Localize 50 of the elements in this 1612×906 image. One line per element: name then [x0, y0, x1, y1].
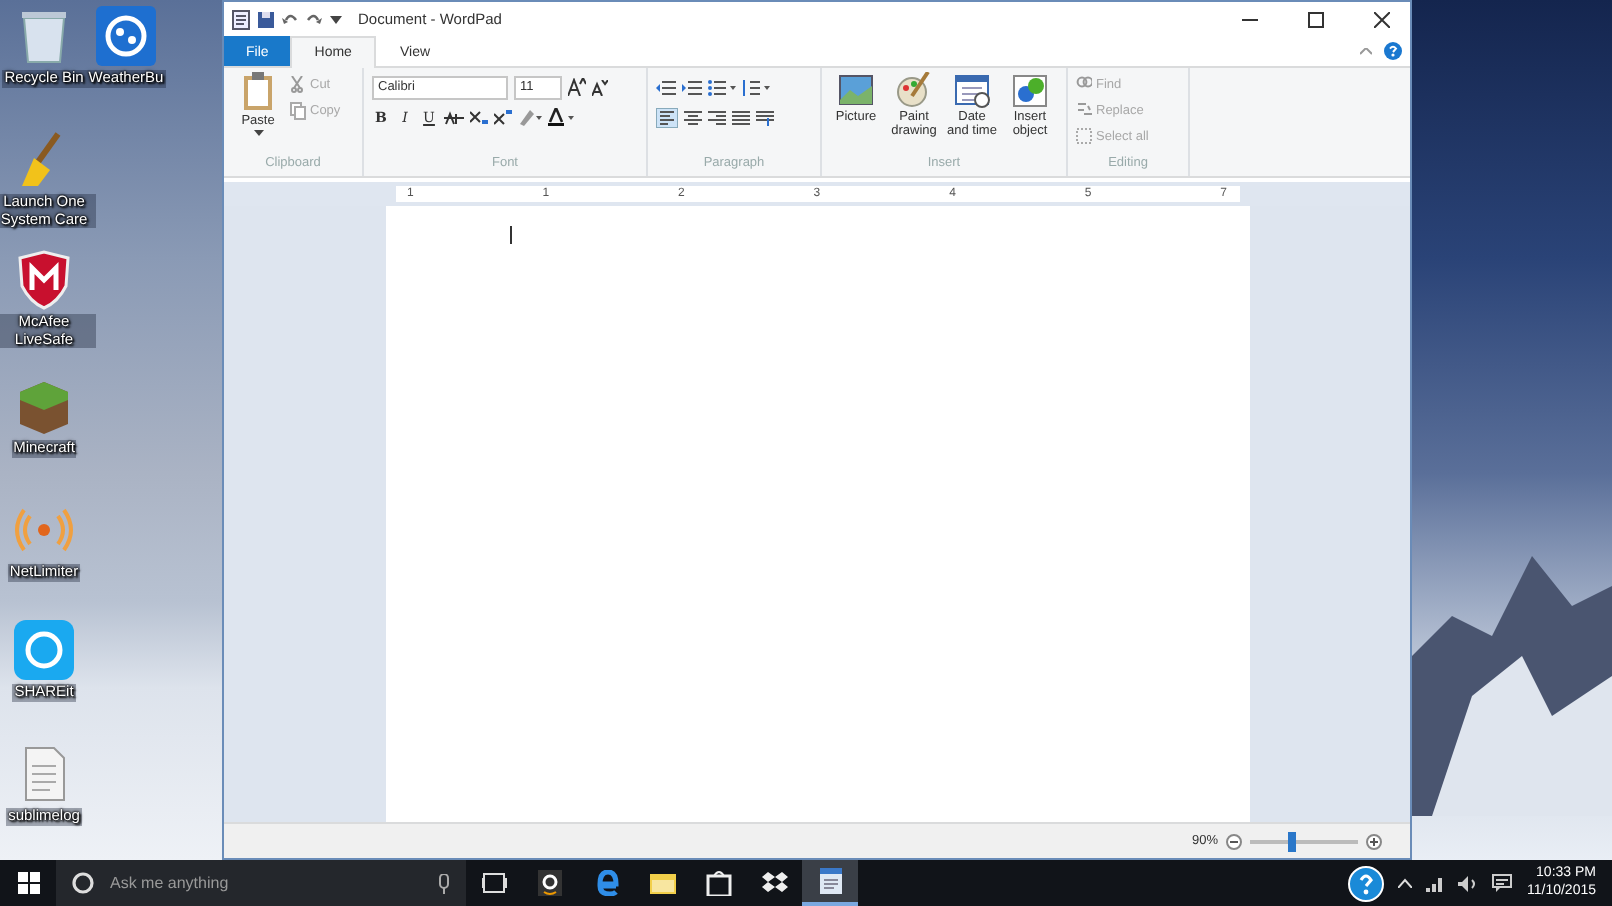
network-icon[interactable]: [1426, 875, 1445, 891]
wordpad-app-icon: [232, 9, 250, 29]
zoom-in-icon[interactable]: [1366, 833, 1382, 849]
select-icon: [1076, 128, 1092, 146]
picture-icon: [838, 72, 874, 108]
search-field[interactable]: Ask me anything: [56, 860, 466, 906]
superscript-icon[interactable]: [494, 109, 512, 125]
redo-icon[interactable]: [306, 11, 322, 27]
taskview-icon: [481, 870, 507, 896]
zoom-out-icon[interactable]: [1226, 833, 1242, 849]
taskbar-app-button[interactable]: [802, 860, 858, 906]
collapse-ribbon-icon[interactable]: [1360, 47, 1372, 55]
notification-icon[interactable]: [1492, 874, 1513, 892]
cut-icon: [290, 76, 306, 94]
copy-icon: [290, 102, 306, 120]
save-icon[interactable]: [258, 11, 274, 27]
grow-font-icon[interactable]: [568, 78, 586, 96]
shield-icon[interactable]: [14, 250, 74, 310]
help-icon[interactable]: [1348, 865, 1385, 901]
paint-icon: [896, 72, 932, 108]
strikethrough-icon[interactable]: [444, 109, 464, 125]
align-right-icon[interactable]: [708, 109, 726, 125]
highlighter-icon[interactable]: [518, 108, 542, 126]
undo-icon[interactable]: [282, 11, 298, 27]
caret-icon[interactable]: [330, 13, 342, 25]
caret-icon: [253, 130, 263, 139]
close-icon: [1373, 11, 1389, 27]
align-center-icon[interactable]: [684, 109, 702, 125]
maximize-icon: [1307, 11, 1323, 27]
volume-icon[interactable]: [1458, 875, 1479, 891]
folder-icon: [649, 870, 675, 896]
wordpad-icon: [817, 868, 843, 894]
shrink-font-icon[interactable]: [592, 79, 608, 95]
justify-icon[interactable]: [732, 109, 750, 125]
font-color-icon[interactable]: [548, 108, 574, 126]
circle-icon: [72, 872, 94, 894]
microphone-icon: [438, 873, 450, 893]
text-cursor: [509, 226, 511, 244]
zoom-slider-thumb[interactable]: [1287, 831, 1296, 851]
decrease-indent-icon[interactable]: [656, 79, 676, 95]
list-icon[interactable]: [708, 79, 736, 95]
windows-logo-icon: [17, 872, 39, 894]
increase-indent-icon[interactable]: [682, 79, 702, 95]
subscript-icon[interactable]: [470, 109, 488, 125]
store-icon: [705, 870, 731, 896]
weather-icon[interactable]: [96, 6, 156, 66]
align-left-icon[interactable]: [656, 107, 678, 127]
chevron-up-icon[interactable]: [1398, 878, 1413, 888]
block-icon[interactable]: [14, 376, 74, 436]
line-spacing-icon[interactable]: [742, 79, 770, 95]
